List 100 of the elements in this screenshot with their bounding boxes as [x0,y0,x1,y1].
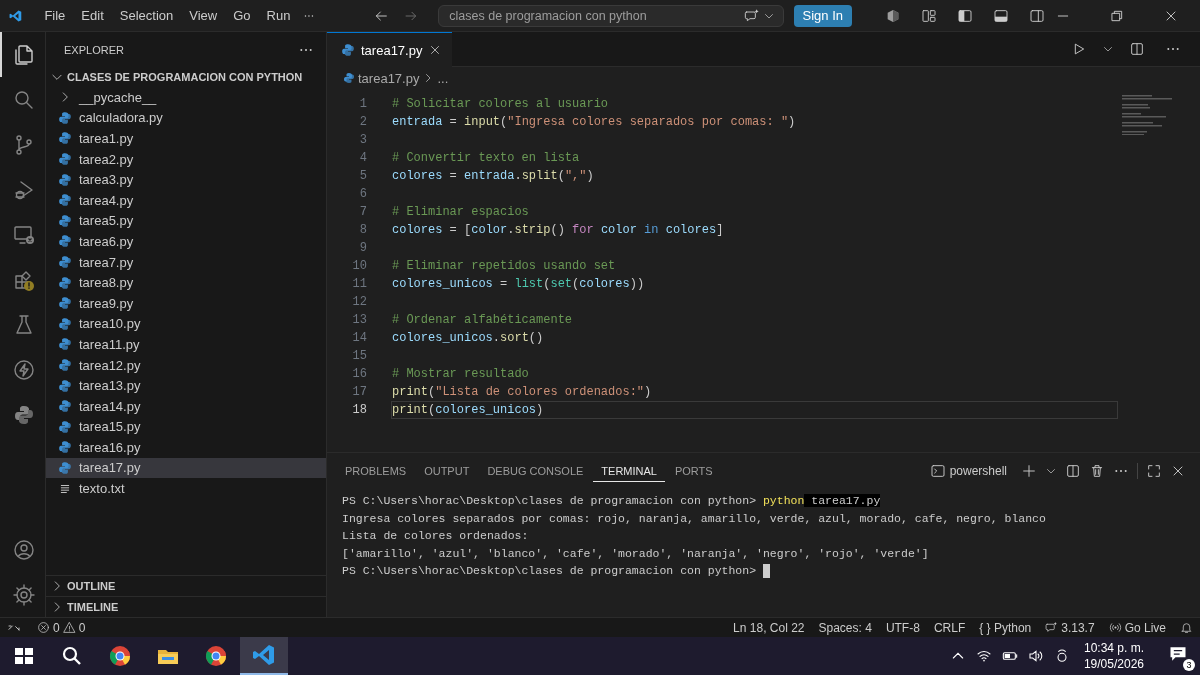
code-line: entrada = input("Ingresa colores separados por comas: ") [391,114,797,131]
maximize-icon[interactable] [1146,462,1162,479]
python-file-icon [58,296,72,311]
file-tree-item[interactable]: tarea11.py [46,334,326,355]
panel-tab[interactable]: PROBLEMS [337,461,415,482]
code-editor-icon [252,643,276,667]
code-line: colores_unicos.sort() [391,330,545,347]
breadcrumb-item[interactable]: tarea17.py [358,70,420,86]
chat-sparkle-icon[interactable] [742,7,761,24]
layout-icon[interactable] [921,7,937,24]
menu-item[interactable]: View [181,8,226,23]
plus-icon[interactable] [1021,462,1037,479]
file-tree-item[interactable]: tarea2.py [46,148,326,170]
sign-in-button[interactable]: Sign In [793,4,852,27]
file-tree-item[interactable]: texto.txt [46,478,326,499]
terminal-selector[interactable]: powershell [923,461,1013,480]
problems-status[interactable]: 0 0 [30,620,93,635]
file-tree-item[interactable]: calculadora.py [46,107,326,129]
cube-icon[interactable] [885,7,901,24]
file-tree-item[interactable]: tarea9.py [46,292,326,314]
file-tree-item[interactable]: tarea13.py [46,375,326,396]
code-line: # Solicitar colores al usuario [391,96,610,113]
file-tree-item[interactable]: tarea12.py [46,354,326,376]
file-tree-item[interactable]: tarea10.py [46,313,326,335]
line-number: 4 [358,151,367,165]
file-tree-item[interactable]: tarea5.py [46,210,326,232]
line-number: 13 [351,313,367,327]
status-item[interactable]: Ln 18, Col 22 [726,620,812,635]
account-icon[interactable] [11,537,36,562]
file-tree-item[interactable]: __pycache__ [46,87,326,108]
file-tree-item[interactable]: tarea14.py [46,395,326,417]
split-editor-icon[interactable] [1129,41,1145,57]
status-item[interactable]: Go Live [1124,620,1166,635]
settings-icon[interactable] [11,582,36,607]
file-tree-item[interactable]: tarea17.py [46,457,326,479]
line-number: 18 [351,403,367,417]
browser-icon [204,644,228,668]
line-number: 5 [358,169,367,183]
line-number: 2 [358,115,367,129]
minimap-drawing [1122,95,1172,135]
clock-time[interactable]: 10:34 p. m. [1083,640,1144,656]
python-version-status[interactable]: 3.13.7 [1038,620,1102,635]
python-file-icon [58,255,72,270]
code-line: colores = entrada.split(",") [391,168,595,185]
menu-item[interactable]: Run [258,8,299,23]
line-number: 15 [351,349,367,363]
trash-icon[interactable] [1089,462,1105,479]
wifi-icon[interactable] [975,648,992,664]
line-number: 10 [351,259,367,273]
status-item[interactable]: 3.13.7 [1061,620,1095,635]
file-tree-item[interactable]: tarea1.py [46,128,326,149]
python-file-icon [58,275,72,290]
python-file-icon [58,193,72,208]
file-tree-item[interactable]: tarea15.py [46,416,326,438]
menu-item[interactable]: Edit [73,8,112,23]
toggle-secondary-sidebar-icon[interactable] [1029,7,1045,24]
terminal-line: ['amarillo', 'azul', 'blanco', 'cafe', 'morado', 'naranja', 'negro', 'rojo', 'verde'] [342,546,930,562]
file-tree-item[interactable]: tarea8.py [46,272,326,293]
panel-tab[interactable]: TERMINAL [593,461,665,482]
file-tree-item[interactable]: tarea3.py [46,169,326,190]
file-tree-item[interactable]: tarea7.py [46,251,326,273]
file-tree-item[interactable]: tarea4.py [46,189,326,211]
menu-item[interactable]: Go [225,8,259,23]
toggle-sidebar-icon[interactable] [957,7,973,24]
section-header[interactable]: OUTLINE [46,575,326,596]
panel-tab[interactable]: DEBUG CONSOLE [479,461,592,482]
code-line: # Convertir texto en lista [391,150,581,167]
copilot-icon [1045,621,1059,634]
menu-item[interactable]: File [36,8,74,23]
error-icon [37,621,50,634]
split-terminal-icon[interactable] [1065,462,1081,479]
panel-tab[interactable]: OUTPUT [416,461,478,482]
status-item[interactable]: Spaces: 4 [811,620,879,635]
command-center-search[interactable]: clases de programacion con python [438,4,784,27]
warning-count: 0 [78,620,86,635]
folder-item[interactable]: CLASES DE PROGRAMACION CON PYTHON [46,67,326,87]
line-number: 1 [358,97,367,111]
warning-icon [62,621,76,634]
browser-icon [108,644,132,668]
python-file-icon [341,43,355,57]
python-file-icon [58,461,72,475]
breadcrumb-item[interactable]: ... [437,70,449,86]
code-line: colores = [color.strip() for color in colores] [391,222,725,239]
status-item[interactable]: UTF-8 [878,620,927,635]
python-file-icon [58,358,72,372]
menu-item[interactable]: Selection [111,8,182,23]
bell-icon[interactable] [1180,621,1193,634]
editor-tab[interactable]: tarea17.py [327,32,453,67]
file-tree-item[interactable]: tarea16.py [46,437,326,458]
status-item[interactable]: CRLF [926,620,973,635]
status-item[interactable]: { } Python [972,620,1039,635]
terminal-icon [929,462,946,479]
file-tree-item[interactable]: tarea6.py [46,231,326,252]
panel-tab[interactable]: PORTS [666,461,721,482]
go-live-status[interactable]: Go Live [1101,620,1173,635]
line-number: 12 [351,295,367,309]
volume-icon[interactable] [1027,648,1044,664]
toggle-panel-icon[interactable] [993,7,1009,24]
lightning-icon[interactable] [11,357,36,382]
clock-date[interactable]: 19/05/2026 [1083,656,1144,672]
